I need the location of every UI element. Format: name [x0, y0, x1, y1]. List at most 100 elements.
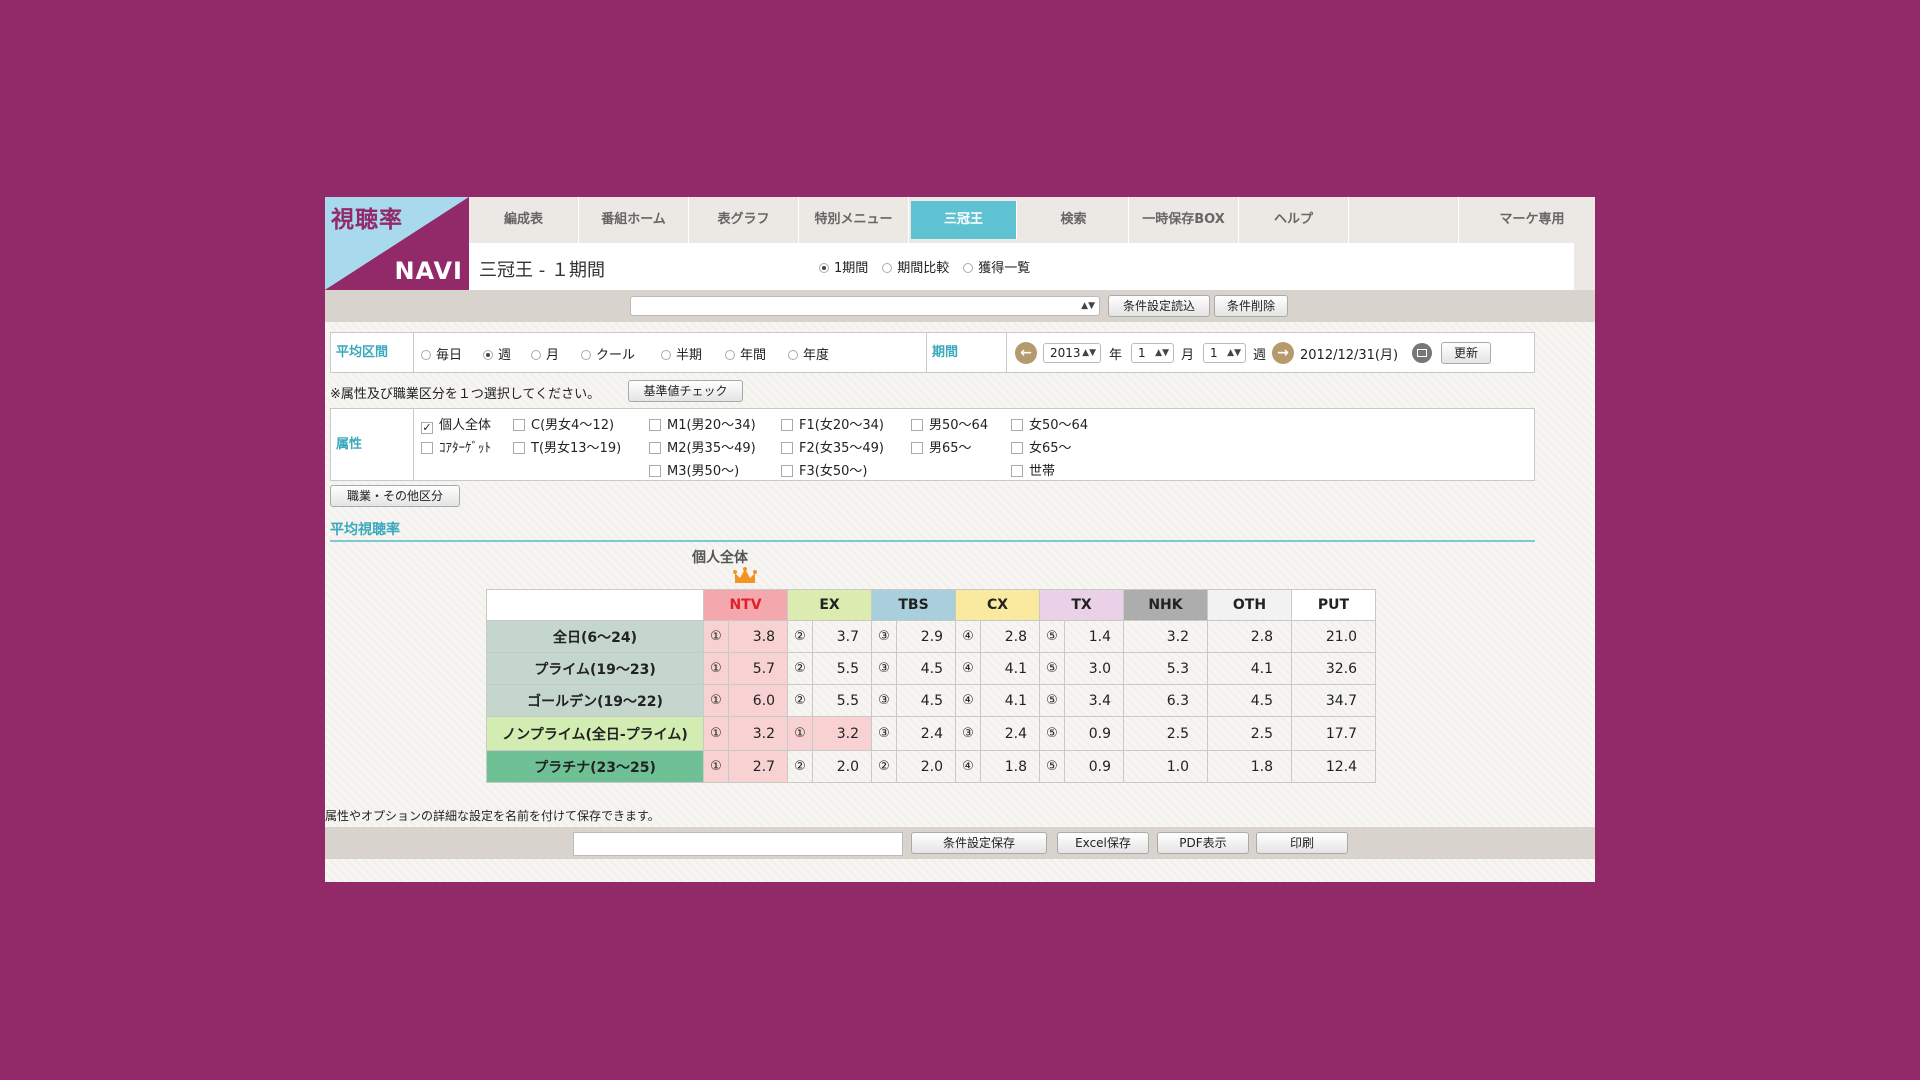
nav-spacer [1349, 197, 1459, 243]
attr-f1[interactable]: F1(女20～34) [781, 414, 884, 433]
attr-household[interactable]: 世帯 [1011, 460, 1055, 479]
attr-male-65[interactable]: 男65～ [911, 437, 972, 456]
value-cell: 2.9 [896, 620, 956, 653]
save-condition-button[interactable]: 条件設定保存 [911, 832, 1047, 854]
checkbox-checked-icon[interactable]: ✓ [421, 422, 433, 434]
attr-f3[interactable]: F3(女50～) [781, 460, 867, 479]
header: 視聴率 NAVI 編成表 番組ホーム 表グラフ 特別メニュー 三冠王 検索 一時… [325, 197, 1595, 290]
attr-m2[interactable]: M2(男35～49) [649, 437, 756, 456]
tab-marketing[interactable]: マーケ専用 [1469, 197, 1595, 243]
avg-monthly[interactable]: 月 [531, 344, 559, 363]
value-cell: 3.7 [812, 620, 872, 653]
week-select[interactable]: 1 ▲▼ [1203, 343, 1246, 363]
radio-icon[interactable] [581, 350, 591, 360]
checkbox-icon[interactable] [513, 419, 525, 431]
radio-icon[interactable] [963, 263, 974, 273]
avg-year[interactable]: 年間 [725, 344, 766, 363]
attr-female-65[interactable]: 女65～ [1011, 437, 1072, 456]
saved-condition-select[interactable]: ▲▼ [630, 296, 1100, 316]
radio-icon[interactable] [483, 350, 493, 360]
mode-single-period[interactable]: 1期間 [819, 257, 868, 276]
mode-acquired-list[interactable]: 獲得一覧 [963, 257, 1030, 276]
attr-all-persons[interactable]: ✓ 個人全体 [421, 414, 491, 434]
header-tbs: TBS [871, 589, 956, 621]
checkbox-icon[interactable] [911, 419, 923, 431]
attr-f2[interactable]: F2(女35～49) [781, 437, 884, 456]
avg-fiscal-year[interactable]: 年度 [788, 344, 829, 363]
mode-compare-period[interactable]: 期間比較 [882, 257, 949, 276]
sub-header: 三冠王 - １期間 1期間 期間比較 獲得一覧 [469, 243, 1574, 290]
checkbox-icon[interactable] [1011, 419, 1023, 431]
month-select[interactable]: 1 ▲▼ [1131, 343, 1174, 363]
year-unit: 年 [1109, 348, 1123, 363]
week-unit: 週 [1253, 348, 1267, 363]
value-cell: 2.4 [980, 716, 1040, 751]
tab-help[interactable]: ヘルプ [1239, 197, 1349, 243]
row-label: プラチナ(23～25) [486, 750, 704, 783]
load-condition-button[interactable]: 条件設定読込 [1108, 295, 1210, 317]
year-select[interactable]: 2013 ▲▼ [1043, 343, 1101, 363]
logo-text-bottom: NAVI [394, 257, 463, 285]
page-title: 三冠王 - １期間 [479, 260, 605, 281]
month-unit: 月 [1181, 348, 1195, 363]
pdf-view-button[interactable]: PDF表示 [1157, 832, 1249, 854]
radio-icon[interactable] [788, 350, 798, 360]
attr-m3[interactable]: M3(男50～) [649, 460, 739, 479]
print-button[interactable]: 印刷 [1256, 832, 1348, 854]
checkbox-icon[interactable] [649, 442, 661, 454]
occupation-button[interactable]: 職業・その他区分 [330, 485, 460, 507]
value-cell: 5.5 [812, 684, 872, 717]
avg-half[interactable]: 半期 [661, 344, 702, 363]
tab-temp-box[interactable]: 一時保存BOX [1129, 197, 1239, 243]
attr-female-50-64[interactable]: 女50～64 [1011, 414, 1088, 433]
radio-icon[interactable] [421, 350, 431, 360]
checkbox-icon[interactable] [1011, 465, 1023, 477]
checkbox-icon[interactable] [649, 419, 661, 431]
calendar-icon[interactable] [1412, 343, 1432, 363]
avg-cour[interactable]: クール [581, 344, 635, 363]
tab-program-home[interactable]: 番組ホーム [579, 197, 689, 243]
table-row: ノンプライム(全日-プライム) ① 3.2 ① 3.2 ③ 2.4 ③ 2.4 … [486, 716, 1376, 751]
avg-daily[interactable]: 毎日 [421, 344, 462, 363]
radio-icon[interactable] [882, 263, 893, 273]
checkbox-icon[interactable] [421, 442, 433, 454]
checkbox-icon[interactable] [911, 442, 923, 454]
ranking-table: NTV EX TBS CX TX NHK OTH PUT 全日(6～24) ① … [486, 589, 1376, 783]
checkbox-icon[interactable] [1011, 442, 1023, 454]
tab-search[interactable]: 検索 [1019, 197, 1129, 243]
attr-t[interactable]: T(男女13～19) [513, 437, 621, 456]
value-cell: 2.5 [1123, 716, 1208, 751]
tab-triple-crown[interactable]: 三冠王 [911, 201, 1017, 239]
excel-save-button[interactable]: Excel保存 [1057, 832, 1149, 854]
radio-icon[interactable] [725, 350, 735, 360]
tab-special-menu[interactable]: 特別メニュー [799, 197, 909, 243]
checkbox-icon[interactable] [781, 419, 793, 431]
logo[interactable]: 視聴率 NAVI [325, 197, 469, 290]
attr-c[interactable]: C(男女4～12) [513, 414, 614, 433]
tab-schedule[interactable]: 編成表 [469, 197, 579, 243]
header-tx: TX [1039, 589, 1124, 621]
checkbox-icon[interactable] [649, 465, 661, 477]
condition-name-input[interactable] [573, 832, 903, 856]
tab-table-graph[interactable]: 表グラフ [689, 197, 799, 243]
attr-m1[interactable]: M1(男20～34) [649, 414, 756, 433]
update-button[interactable]: 更新 [1441, 342, 1491, 364]
attr-male-50-64[interactable]: 男50～64 [911, 414, 988, 433]
attribute-label: 属性 [331, 409, 414, 480]
avg-weekly[interactable]: 週 [483, 344, 511, 363]
rank-cell: ③ [955, 716, 981, 751]
table-row: プライム(19～23) ① 5.7 ② 5.5 ③ 4.5 ④ 4.1 ⑤ 3.… [486, 652, 1376, 685]
checkbox-icon[interactable] [781, 465, 793, 477]
attr-core-target[interactable]: ｺｱﾀｰｹﾞｯﾄ [421, 437, 491, 456]
prev-period-icon[interactable]: ← [1015, 342, 1037, 364]
delete-condition-button[interactable]: 条件削除 [1214, 295, 1288, 317]
radio-icon[interactable] [661, 350, 671, 360]
value-cell: 6.0 [728, 684, 788, 717]
checkbox-icon[interactable] [513, 442, 525, 454]
row-label: 全日(6～24) [486, 620, 704, 653]
radio-icon[interactable] [531, 350, 541, 360]
next-period-icon[interactable]: → [1272, 342, 1294, 364]
checkbox-icon[interactable] [781, 442, 793, 454]
baseline-check-button[interactable]: 基準値チェック [628, 380, 743, 402]
radio-icon[interactable] [819, 263, 829, 273]
